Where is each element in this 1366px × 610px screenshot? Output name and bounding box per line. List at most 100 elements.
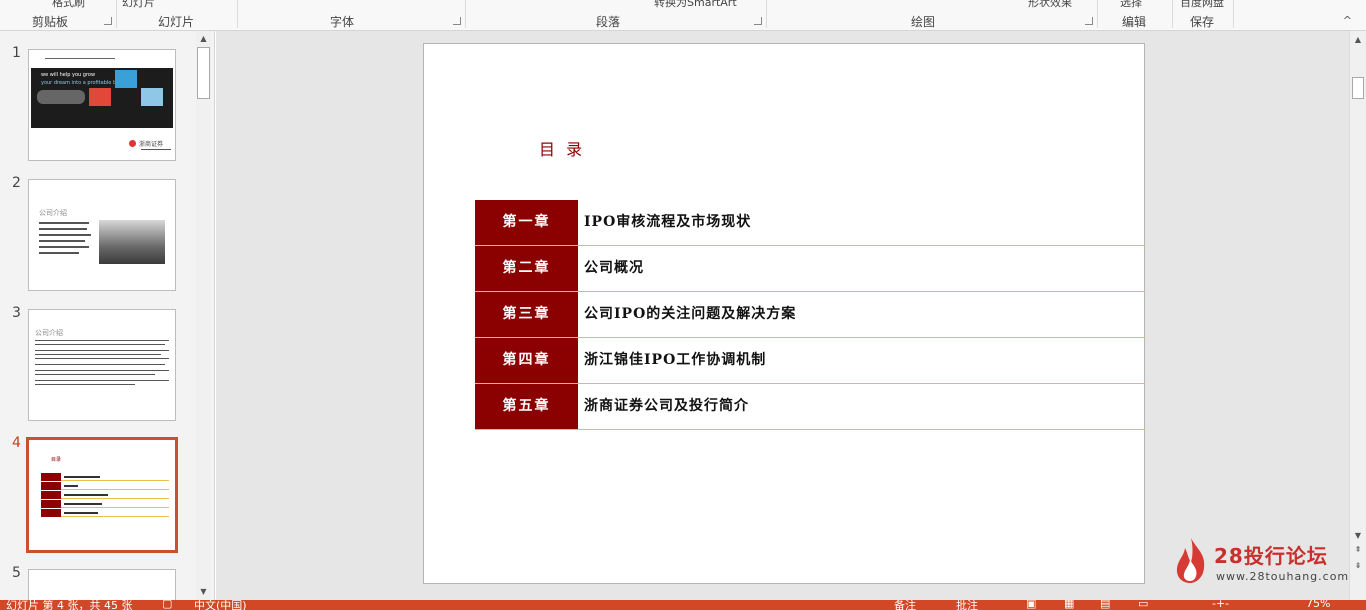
thumb-toc-row [41, 491, 169, 499]
toc-chapter-label: 第四章 [475, 338, 578, 383]
thumb-text-line [39, 228, 87, 230]
thumb-text-line [35, 380, 169, 381]
thumbnail-number-active: 4 [12, 435, 21, 451]
drawing-launcher-icon[interactable] [1085, 17, 1093, 25]
thumb-logo-text: 浙商证券 [139, 141, 164, 148]
thumb-toc-row [41, 482, 169, 490]
thumbnail-scrollbar[interactable]: ▲ ▼ [196, 31, 211, 600]
clipboard-launcher-icon[interactable] [104, 17, 112, 25]
slide-title[interactable]: 目 录 [539, 136, 585, 160]
toc-row[interactable]: 第一章 IPO审核流程及市场现状 [475, 200, 1145, 246]
slide-thumbnail-2[interactable]: 公司介绍 [28, 179, 176, 291]
toc-chapter-title: 浙江锦佳IPO工作协调机制 [584, 352, 767, 368]
watermark-brand: 28投行论坛 [1214, 544, 1328, 568]
toc-chapter-label: 第二章 [475, 246, 578, 291]
spellcheck-icon[interactable]: ▢ [162, 600, 172, 610]
group-divider [237, 0, 238, 28]
editor-scrollbar[interactable]: ▲ ▼ ⇞ ⇟ [1349, 31, 1366, 600]
next-slide-icon[interactable]: ⇟ [1350, 561, 1366, 570]
scroll-up-arrow-icon[interactable]: ▲ [1350, 35, 1366, 44]
thumb-text-line [35, 364, 165, 365]
toc-row[interactable]: 第三章 公司IPO的关注问题及解决方案 [475, 292, 1145, 338]
zoom-slider[interactable]: -+- [1212, 600, 1229, 610]
slideshow-icon[interactable]: ▭ [1138, 600, 1148, 610]
thumb-header-line [45, 58, 115, 59]
thumb-text-line [39, 246, 89, 248]
normal-view-icon[interactable]: ▣ [1026, 600, 1036, 610]
thumb-banner-photo [37, 90, 85, 104]
collapse-ribbon-icon[interactable]: ^ [1343, 14, 1352, 27]
notes-button[interactable]: 备注 [894, 600, 916, 610]
reading-view-icon[interactable]: ▤ [1100, 600, 1110, 610]
toc-row[interactable]: 第二章 公司概况 [475, 246, 1145, 292]
convert-smartart-button[interactable]: 转换为SmartArt [654, 0, 737, 10]
toc-chapter-title: 公司IPO的关注问题及解决方案 [584, 306, 797, 322]
previous-slide-icon[interactable]: ⇞ [1350, 545, 1366, 554]
new-slide-button[interactable]: 幻灯片 [122, 0, 155, 10]
slide-canvas[interactable]: 目 录 第一章 IPO审核流程及市场现状 第二章 公司概况 第三章 公司IPO的… [423, 43, 1145, 584]
toc-chapter-title: IPO审核流程及市场现状 [584, 214, 752, 230]
toc-chapter-label: 第五章 [475, 384, 578, 429]
scroll-up-arrow-icon[interactable]: ▲ [196, 34, 211, 43]
thumb-text-line [35, 370, 169, 371]
shape-effects-button[interactable]: 形状效果 [1028, 0, 1072, 10]
thumb-text-line [39, 252, 79, 254]
ribbon: 格式刷 幻灯片 转换为SmartArt 形状效果 选择 百度网盘 剪贴板 幻灯片… [0, 0, 1366, 31]
watermark-logo: 28投行论坛 www.28touhang.com [1172, 536, 1348, 588]
thumbnail-number: 2 [12, 175, 21, 191]
thumb-text-line [39, 240, 85, 242]
thumb-text-line [35, 350, 169, 351]
thumb-building-photo [99, 220, 165, 264]
group-divider [1097, 0, 1098, 28]
thumb-title: 公司介绍 [35, 329, 63, 337]
thumb-text-line [35, 358, 169, 359]
slide-counter: 幻灯片 第 4 张，共 45 张 [6, 600, 133, 610]
slide-sorter-icon[interactable]: ▦ [1064, 600, 1074, 610]
thumbnail-number: 3 [12, 305, 21, 321]
group-save-label: 保存 [1190, 15, 1215, 29]
select-button[interactable]: 选择 [1120, 0, 1142, 10]
group-divider [1233, 0, 1234, 28]
zoom-level[interactable]: 75% [1306, 600, 1330, 610]
brand-logo-icon [129, 140, 136, 147]
format-painter-button[interactable]: 格式刷 [52, 0, 85, 10]
thumb-toc-row [41, 509, 169, 517]
toc-chapter-title: 公司概况 [584, 260, 644, 276]
thumb-toc-row [41, 500, 169, 508]
thumb-toc-row [41, 473, 169, 481]
thumb-text-line [39, 234, 91, 236]
slide-thumbnail-4[interactable]: 目录 [26, 437, 178, 553]
thumbnail-scroll-thumb[interactable] [197, 47, 210, 99]
toc-chapter-title: 浙商证券公司及投行简介 [584, 398, 749, 414]
scroll-down-arrow-icon[interactable]: ▼ [196, 587, 211, 596]
editor-scroll-thumb[interactable] [1352, 77, 1364, 99]
language-indicator[interactable]: 中文(中国) [194, 600, 247, 610]
thumbnail-number: 1 [12, 45, 21, 61]
slide-thumbnail-3[interactable]: 公司介绍 [28, 309, 176, 421]
thumb-banner-image: we will help you grow your dream into a … [31, 68, 173, 128]
paragraph-launcher-icon[interactable] [754, 17, 762, 25]
group-clipboard-label: 剪贴板 [32, 15, 69, 29]
thumb-banner-line1: we will help you grow [41, 72, 96, 78]
toc-chapter-label: 第三章 [475, 292, 578, 337]
group-divider [766, 0, 767, 28]
group-paragraph-label: 段落 [596, 15, 621, 29]
toc-chapter-label: 第一章 [475, 200, 578, 245]
group-font-label: 字体 [330, 15, 355, 29]
baidu-pan-button[interactable]: 百度网盘 [1180, 0, 1224, 10]
thumb-banner-tile [115, 70, 137, 88]
thumb-banner-tile [89, 88, 111, 106]
thumb-text-line [35, 340, 169, 341]
font-launcher-icon[interactable] [453, 17, 461, 25]
flame-logo-icon [1176, 538, 1205, 583]
group-slides-label: 幻灯片 [158, 15, 195, 29]
scroll-down-arrow-icon[interactable]: ▼ [1350, 531, 1366, 540]
slide-thumbnail-pane: 1 we will help you grow your dream into … [0, 31, 215, 609]
slide-thumbnail-1[interactable]: we will help you grow your dream into a … [28, 49, 176, 161]
thumb-text-line [39, 222, 89, 224]
group-divider [465, 0, 466, 28]
comments-button[interactable]: 批注 [956, 600, 978, 610]
toc-row[interactable]: 第四章 浙江锦佳IPO工作协调机制 [475, 338, 1145, 384]
thumb-title: 目录 [51, 457, 62, 463]
toc-row[interactable]: 第五章 浙商证券公司及投行简介 [475, 384, 1145, 430]
